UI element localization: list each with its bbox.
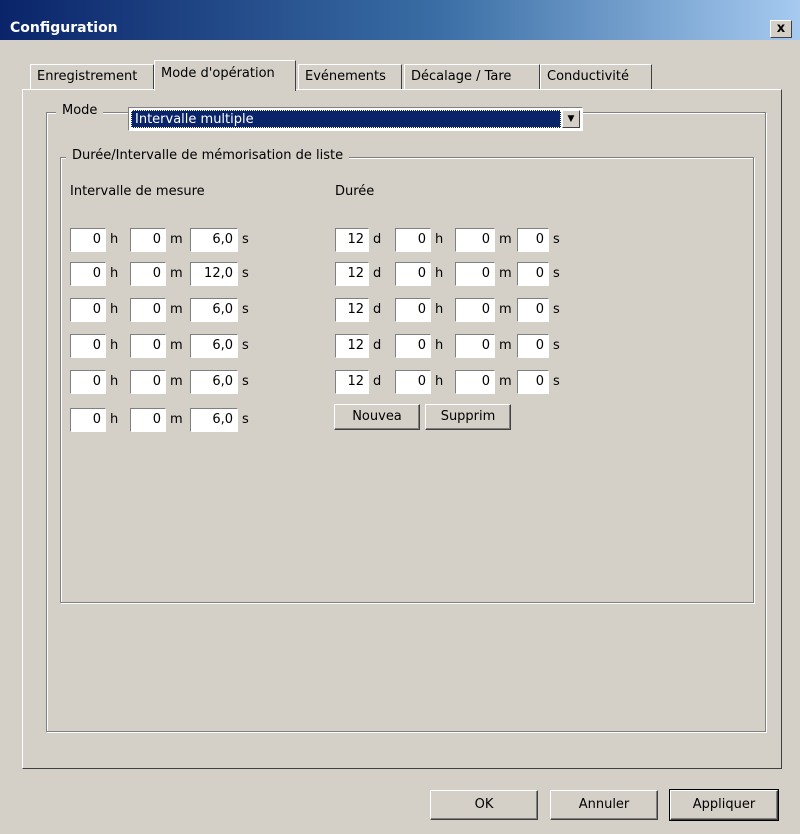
interval-seconds-field[interactable]: 6,0 xyxy=(190,408,238,432)
hours-unit: h xyxy=(435,338,444,353)
cancel-button[interactable]: Annuler xyxy=(550,790,658,820)
tab-enregistrement[interactable]: Enregistrement xyxy=(30,64,154,90)
duration-heading: Durée xyxy=(335,184,375,199)
duration-seconds-field[interactable]: 0 xyxy=(517,298,549,322)
duration-days-field[interactable]: 12 xyxy=(335,334,369,358)
interval-hours-field[interactable]: 0 xyxy=(70,298,106,322)
minutes-unit: m xyxy=(499,302,512,317)
days-unit: d xyxy=(373,266,382,281)
interval-seconds-field[interactable]: 6,0 xyxy=(190,334,238,358)
duration-hours-field[interactable]: 0 xyxy=(395,262,431,286)
duration-minutes-field[interactable]: 0 xyxy=(455,228,495,252)
tab-decalage-tare[interactable]: Décalage / Tare xyxy=(404,64,540,90)
interval-hours-field[interactable]: 0 xyxy=(70,408,106,432)
interval-heading: Intervalle de mesure xyxy=(70,184,205,199)
title-bar: Configuration x xyxy=(0,0,800,40)
interval-seconds-field[interactable]: 12,0 xyxy=(190,262,238,286)
minutes-unit: m xyxy=(170,266,183,281)
duration-seconds-field[interactable]: 0 xyxy=(517,370,549,394)
hours-unit: h xyxy=(110,338,119,353)
days-unit: d xyxy=(373,338,382,353)
ok-button[interactable]: OK xyxy=(430,790,538,820)
duration-minutes-field[interactable]: 0 xyxy=(455,262,495,286)
seconds-unit: s xyxy=(553,374,560,389)
tab-mode-operation[interactable]: Mode d'opération xyxy=(154,60,296,91)
seconds-unit: s xyxy=(242,232,249,247)
mode-label: Mode xyxy=(56,103,104,118)
minutes-unit: m xyxy=(170,338,183,353)
interval-minutes-field[interactable]: 0 xyxy=(130,334,166,358)
hours-unit: h xyxy=(435,374,444,389)
duration-hours-field[interactable]: 0 xyxy=(395,334,431,358)
minutes-unit: m xyxy=(499,374,512,389)
minutes-unit: m xyxy=(499,232,512,247)
seconds-unit: s xyxy=(242,302,249,317)
interval-hours-field[interactable]: 0 xyxy=(70,228,106,252)
minutes-unit: m xyxy=(170,374,183,389)
duration-hours-field[interactable]: 0 xyxy=(395,228,431,252)
seconds-unit: s xyxy=(242,338,249,353)
interval-hours-field[interactable]: 0 xyxy=(70,334,106,358)
duration-days-field[interactable]: 12 xyxy=(335,370,369,394)
duration-seconds-field[interactable]: 0 xyxy=(517,262,549,286)
interval-minutes-field[interactable]: 0 xyxy=(130,408,166,432)
minutes-unit: m xyxy=(499,338,512,353)
interval-hours-field[interactable]: 0 xyxy=(70,262,106,286)
hours-unit: h xyxy=(110,266,119,281)
seconds-unit: s xyxy=(242,374,249,389)
mode-select-value: Intervalle multiple xyxy=(131,110,561,128)
seconds-unit: s xyxy=(553,338,560,353)
days-unit: d xyxy=(373,374,382,389)
seconds-unit: s xyxy=(242,266,249,281)
interval-minutes-field[interactable]: 0 xyxy=(130,298,166,322)
duration-days-field[interactable]: 12 xyxy=(335,228,369,252)
hours-unit: h xyxy=(435,232,444,247)
interval-seconds-field[interactable]: 6,0 xyxy=(190,228,238,252)
seconds-unit: s xyxy=(242,412,249,427)
tab-conductivite[interactable]: Conductivité xyxy=(540,64,652,90)
interval-minutes-field[interactable]: 0 xyxy=(130,262,166,286)
days-unit: d xyxy=(373,302,382,317)
delete-row-button[interactable]: Supprim xyxy=(425,404,511,430)
hours-unit: h xyxy=(435,302,444,317)
duration-days-field[interactable]: 12 xyxy=(335,262,369,286)
duration-seconds-field[interactable]: 0 xyxy=(517,334,549,358)
hours-unit: h xyxy=(110,412,119,427)
days-unit: d xyxy=(373,232,382,247)
duration-hours-field[interactable]: 0 xyxy=(395,370,431,394)
interval-minutes-field[interactable]: 0 xyxy=(130,228,166,252)
hours-unit: h xyxy=(110,232,119,247)
duration-minutes-field[interactable]: 0 xyxy=(455,370,495,394)
minutes-unit: m xyxy=(499,266,512,281)
duration-minutes-field[interactable]: 0 xyxy=(455,298,495,322)
hours-unit: h xyxy=(110,302,119,317)
interval-seconds-field[interactable]: 6,0 xyxy=(190,370,238,394)
minutes-unit: m xyxy=(170,232,183,247)
minutes-unit: m xyxy=(170,412,183,427)
list-group-label: Durée/Intervalle de mémorisation de list… xyxy=(66,148,350,163)
new-row-button[interactable]: Nouvea xyxy=(334,404,420,430)
duration-hours-field[interactable]: 0 xyxy=(395,298,431,322)
apply-button[interactable]: Appliquer xyxy=(669,789,779,821)
duration-days-field[interactable]: 12 xyxy=(335,298,369,322)
window-title: Configuration xyxy=(10,20,118,36)
chevron-down-icon[interactable]: ▼ xyxy=(562,110,580,128)
seconds-unit: s xyxy=(553,232,560,247)
duration-minutes-field[interactable]: 0 xyxy=(455,334,495,358)
seconds-unit: s xyxy=(553,302,560,317)
interval-hours-field[interactable]: 0 xyxy=(70,370,106,394)
close-button[interactable]: x xyxy=(770,20,792,38)
minutes-unit: m xyxy=(170,302,183,317)
mode-select[interactable]: Intervalle multiple ▼ xyxy=(128,107,583,131)
hours-unit: h xyxy=(110,374,119,389)
interval-minutes-field[interactable]: 0 xyxy=(130,370,166,394)
duration-seconds-field[interactable]: 0 xyxy=(517,228,549,252)
tab-evenements[interactable]: Evénements xyxy=(298,64,402,90)
hours-unit: h xyxy=(435,266,444,281)
seconds-unit: s xyxy=(553,266,560,281)
interval-seconds-field[interactable]: 6,0 xyxy=(190,298,238,322)
